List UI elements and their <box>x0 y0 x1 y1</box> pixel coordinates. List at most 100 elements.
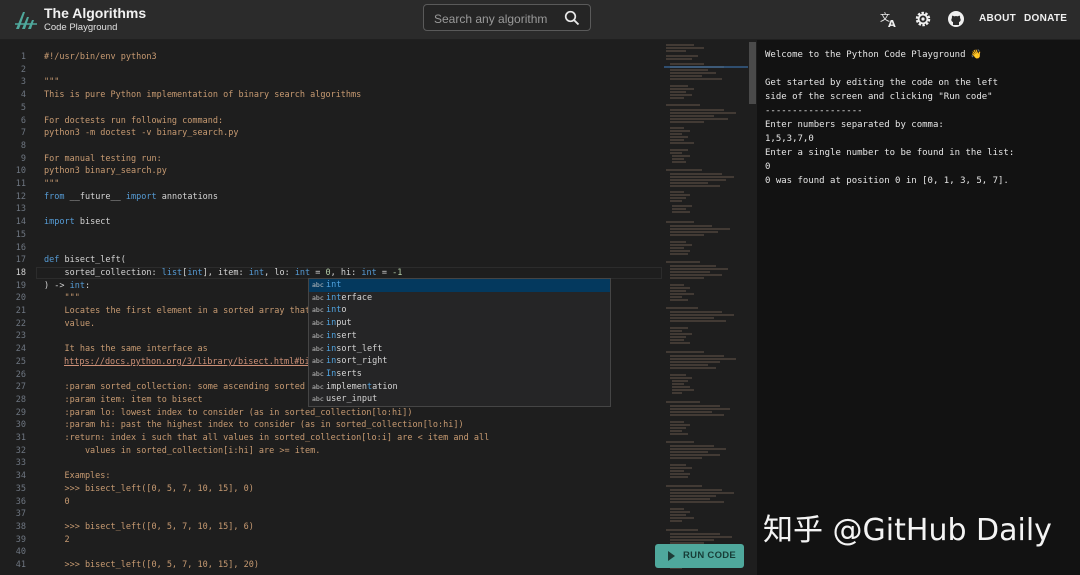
output-console[interactable]: Welcome to the Python Code Playground 👋 … <box>757 40 1080 575</box>
code-line[interactable]: python3 binary_search.py <box>44 165 167 178</box>
line-number: 32 <box>15 445 26 456</box>
code-line[interactable]: value. <box>44 318 95 331</box>
code-line[interactable]: :param hi: past the highest index to con… <box>44 419 463 432</box>
github-icon[interactable] <box>947 10 965 28</box>
match-text: int <box>326 280 342 290</box>
code-token: int <box>187 267 203 278</box>
line-number: 23 <box>15 331 26 342</box>
line-number-gutter: 1 2 3 4 5 6 7 8 9 10 11 12 13 14 15 16 1… <box>0 40 34 575</box>
search-box[interactable] <box>423 4 591 31</box>
autocomplete-item[interactable]: abc implementation <box>309 381 610 394</box>
autocomplete-item[interactable]: abc insert <box>309 330 610 343</box>
line-number: 26 <box>15 369 26 380</box>
code-line[interactable]: :param lo: lowest index to consider (as … <box>44 407 412 420</box>
code-line[interactable]: This is pure Python implementation of bi… <box>44 89 361 102</box>
code-token: sorted_collection: <box>44 267 162 278</box>
line-number: 22 <box>15 318 26 329</box>
rest-text: sert <box>336 330 357 341</box>
code-line[interactable]: For doctests run following command: <box>44 115 223 128</box>
code-token: , hi: <box>330 267 362 278</box>
line-number: 18 <box>15 267 26 278</box>
code-line[interactable]: :param sorted_collection: some ascending… <box>44 381 305 394</box>
docs-link[interactable]: https://docs.python.org/3/library/bisect… <box>64 356 310 369</box>
code-token: -1 <box>392 267 403 278</box>
code-line[interactable]: >>> bisect_left([0, 5, 7, 10, 15], 6) <box>44 521 253 534</box>
line-number: 41 <box>15 560 26 570</box>
code-line[interactable]: """ <box>44 76 59 89</box>
code-token: = <box>310 267 326 278</box>
editor-minimap[interactable] <box>664 40 748 575</box>
code-line[interactable]: """ <box>44 178 59 191</box>
code-line[interactable]: import bisect <box>44 216 111 229</box>
the-algorithms-logo-icon[interactable] <box>14 8 38 32</box>
search-icon[interactable] <box>564 10 580 26</box>
code-token: : <box>84 280 91 291</box>
code-line[interactable]: values in sorted_collection[i:hi] are >=… <box>44 445 320 458</box>
line-number: 9 <box>20 153 26 164</box>
code-line[interactable]: :return: index i such that all values in… <box>44 432 489 445</box>
code-token: int <box>361 267 377 278</box>
rest-text: erface <box>341 292 373 303</box>
line-number: 8 <box>20 140 26 151</box>
text-suggestion-icon: abc <box>312 293 324 302</box>
code-line[interactable]: >>> bisect_left([0, 5, 7, 10, 15], 0) <box>44 483 253 496</box>
autocomplete-item[interactable]: abc user_input <box>309 393 610 406</box>
code-token: ) -> <box>44 280 70 291</box>
scrollbar-thumb[interactable] <box>749 42 756 104</box>
code-line[interactable]: >>> bisect_left([0, 5, 7, 10, 15], 20) <box>44 559 258 572</box>
line-number: 38 <box>15 521 26 532</box>
search-input[interactable] <box>432 10 566 28</box>
brand-title[interactable]: The Algorithms <box>44 5 146 21</box>
code-line[interactable]: Examples: <box>44 470 110 483</box>
editor-scrollbar[interactable] <box>748 40 757 575</box>
code-line[interactable]: For manual testing run: <box>44 153 162 166</box>
line-number: 10 <box>15 166 26 177</box>
line-number: 21 <box>15 306 26 316</box>
code-token: annotations <box>156 191 219 202</box>
autocomplete-item[interactable]: abc into <box>309 304 610 317</box>
code-token: , lo: <box>264 267 295 278</box>
rest-text: serts <box>336 368 362 379</box>
code-line[interactable]: def bisect_left( <box>44 254 126 267</box>
code-token: bisect_left( <box>59 255 126 266</box>
line-number: 34 <box>15 471 26 482</box>
match-text: int <box>326 305 342 316</box>
code-line[interactable]: ) -> int: <box>44 280 90 293</box>
about-link[interactable]: ABOUT <box>979 13 1016 24</box>
code-token: = <box>376 267 393 278</box>
code-token: from <box>44 191 65 202</box>
code-token: __future__ <box>64 191 126 202</box>
code-line[interactable]: 2 <box>44 534 69 547</box>
theme-settings-icon[interactable] <box>914 10 932 28</box>
run-code-button[interactable]: RUN CODE <box>655 544 744 568</box>
code-line[interactable]: python3 -m doctest -v binary_search.py <box>44 127 238 140</box>
code-line[interactable]: Locates the first element in a sorted ar… <box>44 305 310 318</box>
code-line[interactable]: It has the same interface as <box>44 343 207 356</box>
output-line: side of the screen and clicking "Run cod… <box>765 92 993 102</box>
line-number: 16 <box>15 242 26 253</box>
translate-icon[interactable]: 文 A <box>880 10 898 28</box>
autocomplete-item[interactable]: abc insort_left <box>309 343 610 356</box>
text-suggestion-icon: abc <box>312 344 324 353</box>
autocomplete-item[interactable]: abc input <box>309 317 610 330</box>
code-line[interactable]: :param item: item to bisect <box>44 394 202 407</box>
autocomplete-item[interactable]: abc insort_right <box>309 355 610 368</box>
code-line[interactable]: 0 <box>44 496 69 509</box>
match-text: in <box>326 330 337 341</box>
line-number: 24 <box>15 344 26 355</box>
code-line[interactable]: #!/usr/bin/env python3 <box>44 51 157 64</box>
donate-link[interactable]: DONATE <box>1024 13 1067 24</box>
code-token: ], item: <box>202 267 249 278</box>
line-number: 40 <box>15 547 26 558</box>
code-editor[interactable]: 1 2 3 4 5 6 7 8 9 10 11 12 13 14 15 16 1… <box>0 40 757 575</box>
autocomplete-item[interactable]: abc interface <box>309 292 610 305</box>
autocomplete-item[interactable]: abc int <box>309 279 610 292</box>
watermark: 知乎 @GitHub Daily <box>763 513 1052 548</box>
output-line: Enter a single number to be found in the… <box>765 148 1015 158</box>
line-number: 5 <box>20 102 26 113</box>
code-line[interactable]: """ <box>44 292 79 305</box>
autocomplete-item[interactable]: abc Inserts <box>309 368 610 381</box>
autocomplete-popup[interactable]: abc int abc interface abc into abc input abc… <box>308 278 611 407</box>
code-line[interactable]: from __future__ import annotations <box>44 191 218 204</box>
line-number: 15 <box>15 229 26 240</box>
